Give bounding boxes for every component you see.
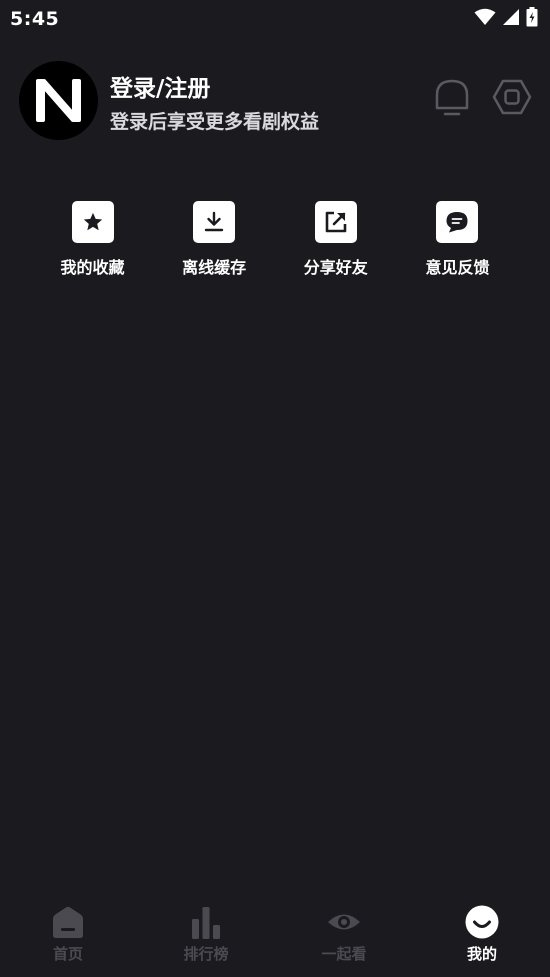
favorites-button[interactable]: 我的收藏: [32, 201, 153, 281]
tab-watch-together-label: 一起看: [321, 945, 367, 963]
profile-header[interactable]: 登录/注册 登录后享受更多看剧权益: [19, 61, 539, 141]
tab-mine[interactable]: 我的: [430, 897, 534, 977]
settings-hexagon-icon[interactable]: [492, 77, 532, 117]
status-time: 5:45: [10, 8, 60, 30]
star-icon: [71, 201, 114, 243]
tab-mine-label: 我的: [466, 945, 497, 963]
tab-ranking[interactable]: 排行榜: [154, 897, 258, 977]
share-friends-button[interactable]: 分享好友: [275, 201, 396, 281]
tab-watch-together[interactable]: 一起看: [292, 897, 396, 977]
share-friends-label: 分享好友: [303, 258, 368, 277]
offline-cache-button[interactable]: 离线缓存: [154, 201, 275, 281]
home-icon: [50, 904, 86, 940]
feedback-chat-icon: [436, 201, 479, 243]
signal-icon: [502, 8, 520, 30]
feedback-button[interactable]: 意见反馈: [397, 201, 518, 281]
share-icon: [314, 201, 357, 243]
login-benefits-text: 登录后享受更多看剧权益: [110, 111, 320, 133]
smile-face-icon: [464, 904, 500, 940]
ranking-bars-icon: [188, 904, 224, 940]
tab-home[interactable]: 首页: [16, 897, 120, 977]
feedback-label: 意见反馈: [425, 258, 490, 277]
tab-home-label: 首页: [52, 945, 83, 963]
status-icons: [474, 7, 538, 31]
status-bar: 5:45: [0, 0, 550, 38]
app-logo-icon: [36, 79, 81, 122]
avatar[interactable]: [19, 61, 98, 140]
eye-icon: [326, 904, 362, 940]
tab-ranking-label: 排行榜: [183, 945, 229, 963]
battery-icon: [526, 7, 538, 31]
wifi-icon: [474, 8, 496, 30]
download-icon: [193, 201, 236, 243]
quick-actions: 我的收藏 离线缓存 分享好友 意见反馈: [32, 201, 518, 281]
login-register-link[interactable]: 登录/注册: [110, 69, 210, 103]
offline-cache-label: 离线缓存: [182, 258, 247, 277]
favorites-label: 我的收藏: [60, 258, 125, 277]
notification-bell-icon[interactable]: [432, 77, 472, 117]
bottom-tab-bar: 首页 排行榜 一起看 我的: [0, 897, 550, 977]
